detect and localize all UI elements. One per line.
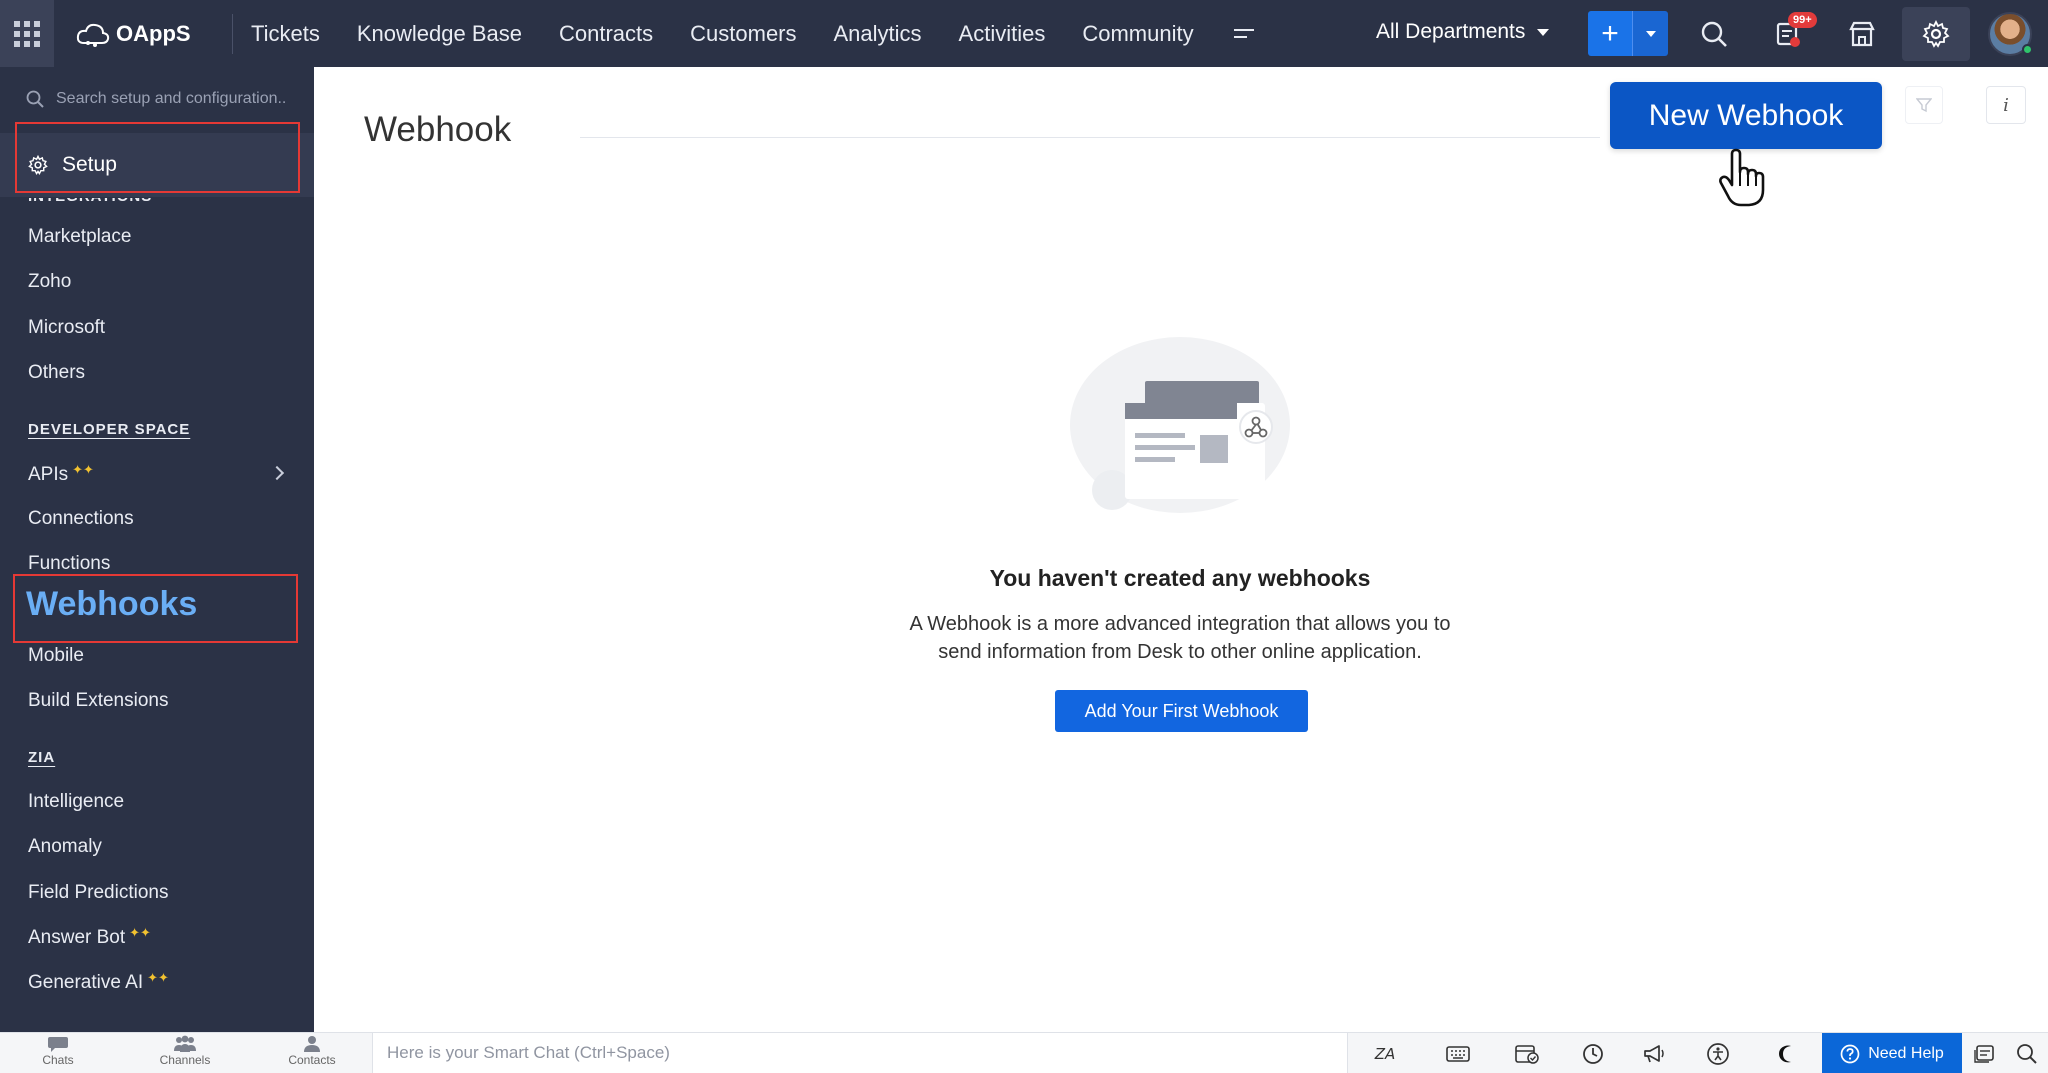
page-title: Webhook [364, 110, 512, 149]
more-menu-icon[interactable] [1233, 29, 1254, 38]
setup-search[interactable]: Search setup and configuration.. [26, 90, 286, 108]
empty-state-line-2: send information from Desk to other onli… [938, 641, 1422, 663]
zia-icon[interactable]: ZA [1372, 1041, 1398, 1067]
notifications-button[interactable]: 99+ [1768, 12, 1817, 54]
chevron-down-icon [1645, 30, 1656, 37]
add-first-webhook-button[interactable]: Add Your First Webhook [1055, 690, 1308, 732]
nav-tickets[interactable]: Tickets [251, 21, 320, 47]
brand-name: OAppS [116, 20, 191, 46]
need-help-label: Need Help [1868, 1044, 1944, 1062]
info-icon: i [2003, 94, 2009, 116]
smart-chat-input[interactable]: Here is your Smart Chat (Ctrl+Space) [372, 1033, 1348, 1073]
quick-add-button[interactable]: + [1588, 11, 1632, 56]
gear-icon [1922, 20, 1950, 48]
nav-community[interactable]: Community [1082, 21, 1193, 47]
nav-contracts[interactable]: Contracts [559, 21, 653, 47]
marketplace-icon [1849, 21, 1875, 47]
cloud-logo-icon [76, 23, 110, 47]
keyboard-icon[interactable] [1445, 1041, 1471, 1067]
sidebar-item-anomaly[interactable]: Anomaly [28, 836, 102, 858]
sidebar-item-build-extensions[interactable]: Build Extensions [28, 690, 168, 712]
sparkle-icon: ✦✦ [72, 461, 94, 477]
sidebar-item-functions[interactable]: Functions [28, 553, 110, 575]
sidebar-item-intelligence[interactable]: Intelligence [28, 791, 124, 813]
contact-icon [304, 1036, 320, 1052]
bottom-tab-label: Contacts [288, 1053, 336, 1067]
main-nav: Tickets Knowledge Base Contracts Custome… [251, 21, 1254, 47]
sidebar-item-label: APIs [28, 464, 69, 485]
nav-analytics[interactable]: Analytics [834, 21, 922, 47]
department-label: All Departments [1376, 20, 1526, 43]
nav-activities[interactable]: Activities [959, 21, 1046, 47]
sidebar-item-label: Generative AI [28, 972, 144, 993]
nav-knowledge-base[interactable]: Knowledge Base [357, 21, 522, 47]
sidebar-item-apis[interactable]: APIs ✦✦ [28, 461, 94, 486]
apps-grid-button[interactable] [0, 0, 54, 67]
empty-state-description: A Webhook is a more advanced integration… [600, 610, 1760, 666]
chevron-right-icon[interactable] [269, 465, 285, 481]
notification-badge: 99+ [1788, 12, 1817, 28]
sidebar-item-zoho[interactable]: Zoho [28, 271, 71, 293]
highlight-box-webhooks [13, 574, 298, 643]
bottom-tab-label: Chats [42, 1053, 74, 1067]
setup-search-placeholder: Search setup and configuration.. [56, 90, 287, 107]
quick-add-dropdown[interactable] [1632, 11, 1668, 56]
filter-icon [1916, 98, 1932, 113]
bottom-tab-chats[interactable]: Chats [13, 1035, 103, 1067]
highlight-box-setup [15, 122, 300, 193]
channels-icon [174, 1035, 196, 1052]
bottom-tab-contacts[interactable]: Contacts [267, 1035, 357, 1067]
dark-mode-icon[interactable] [1774, 1041, 1800, 1067]
chat-icon [48, 1037, 68, 1052]
search-icon[interactable] [2014, 1041, 2040, 1067]
bottom-bar: Chats Channels Contacts Here is your Sma… [0, 1032, 2048, 1073]
accessibility-icon[interactable] [1705, 1041, 1731, 1067]
sidebar-item-others[interactable]: Others [28, 362, 85, 384]
top-navigation-bar: OAppS Tickets Knowledge Base Contracts C… [0, 0, 2048, 67]
section-head-zia: ZIA [28, 749, 56, 766]
setup-sidebar: Search setup and configuration.. INTEGRA… [0, 67, 314, 1032]
pointer-hand-icon [1719, 148, 1765, 207]
nav-customers[interactable]: Customers [690, 21, 796, 47]
sidebar-item-generative-ai[interactable]: Generative AI ✦✦ [28, 969, 169, 994]
chevron-down-icon [1537, 28, 1550, 36]
department-selector[interactable]: All Departments [1376, 20, 1550, 44]
online-status-indicator [2022, 44, 2033, 55]
sidebar-item-mobile[interactable]: Mobile [28, 645, 84, 667]
bottom-tab-label: Channels [159, 1053, 211, 1067]
sparkle-icon: ✦✦ [147, 969, 169, 985]
global-search-button[interactable] [1694, 14, 1734, 54]
announcement-icon[interactable] [1642, 1041, 1668, 1067]
empty-state-line-1: A Webhook is a more advanced integration… [909, 613, 1451, 635]
smart-chat-placeholder: Here is your Smart Chat (Ctrl+Space) [387, 1043, 670, 1062]
title-divider [580, 137, 1600, 138]
sparkle-icon: ✦✦ [129, 924, 151, 940]
section-head-developer-space: DEVELOPER SPACE [28, 421, 191, 438]
clock-icon[interactable] [1580, 1041, 1606, 1067]
sidebar-item-connections[interactable]: Connections [28, 508, 134, 530]
apps-grid-icon [14, 20, 40, 47]
filter-button[interactable] [1905, 86, 1943, 124]
calendar-check-icon[interactable] [1514, 1041, 1540, 1067]
sidebar-item-answer-bot[interactable]: Answer Bot ✦✦ [28, 924, 151, 949]
sidebar-item-field-predictions[interactable]: Field Predictions [28, 882, 168, 904]
setup-gear-button[interactable] [1902, 7, 1970, 61]
info-button[interactable]: i [1986, 86, 2026, 124]
new-webhook-button[interactable]: New Webhook [1610, 82, 1882, 149]
search-icon [1701, 21, 1727, 47]
sidebar-item-label: Answer Bot [28, 927, 126, 948]
empty-state-illustration [1070, 337, 1290, 513]
need-help-button[interactable]: Need Help [1822, 1033, 1962, 1073]
empty-state-title: You haven't created any webhooks [989, 565, 1371, 591]
tickets-stack-icon[interactable] [1972, 1041, 1998, 1067]
sidebar-item-marketplace[interactable]: Marketplace [28, 226, 132, 248]
marketplace-button[interactable] [1842, 14, 1882, 54]
search-icon [26, 90, 44, 108]
sidebar-item-microsoft[interactable]: Microsoft [28, 317, 105, 339]
help-icon [1840, 1044, 1860, 1063]
quick-add-group: + [1588, 11, 1668, 56]
brand-logo[interactable]: OAppS [76, 21, 216, 47]
bottom-tab-channels[interactable]: Channels [140, 1035, 230, 1067]
